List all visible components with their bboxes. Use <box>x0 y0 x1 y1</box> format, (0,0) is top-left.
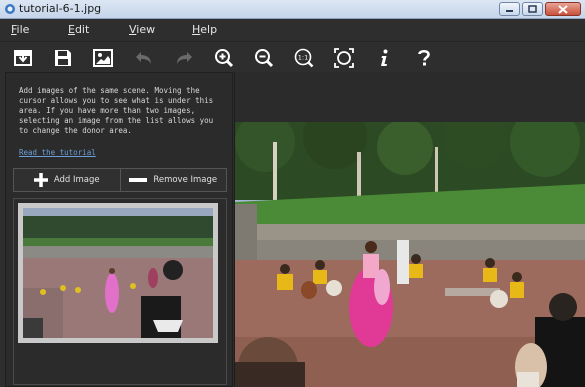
zoom-out-icon <box>255 49 274 68</box>
maximize-icon <box>528 5 537 13</box>
window-controls <box>499 2 581 16</box>
image-actions: Add Image Remove Image <box>13 168 227 192</box>
app-window: tutorial-6-1.jpg File Edit View Help 1:1… <box>0 0 585 387</box>
undo-button[interactable] <box>133 47 155 69</box>
menu-bar: File Edit View Help <box>0 19 585 41</box>
minimize-icon <box>506 10 513 12</box>
side-panel: Add images of the same scene. Moving the… <box>5 72 233 387</box>
menu-help[interactable]: Help <box>192 23 217 36</box>
app-icon <box>5 4 15 14</box>
maximize-button[interactable] <box>522 2 543 16</box>
toolbar: 1:1 <box>0 41 585 73</box>
fit-icon <box>334 48 354 68</box>
title-bar: tutorial-6-1.jpg <box>0 0 585 19</box>
remove-image-button[interactable]: Remove Image <box>119 169 227 191</box>
minimize-button[interactable] <box>499 2 520 16</box>
main-photo <box>235 122 585 387</box>
help-text: Add images of the same scene. Moving the… <box>19 86 214 135</box>
redo-icon <box>177 52 192 64</box>
undo-icon <box>136 52 151 64</box>
actual-size-icon: 1:1 <box>294 48 314 68</box>
info-icon <box>381 49 388 66</box>
zoom-in-button[interactable] <box>213 47 235 69</box>
menu-view[interactable]: View <box>129 23 155 36</box>
info-button[interactable] <box>373 47 395 69</box>
svg-text:1:1: 1:1 <box>298 54 308 62</box>
minus-icon <box>129 178 148 182</box>
open-button[interactable] <box>12 47 34 69</box>
image-button[interactable] <box>92 47 114 69</box>
close-icon <box>558 4 568 14</box>
help-icon <box>418 49 430 66</box>
window-title: tutorial-6-1.jpg <box>19 2 102 15</box>
main-canvas[interactable] <box>234 72 585 387</box>
image-thumbnail[interactable] <box>18 203 218 343</box>
help-button[interactable] <box>413 47 435 69</box>
plus-icon <box>33 173 48 187</box>
save-icon <box>55 50 71 66</box>
thumbnail-photo <box>23 208 213 338</box>
open-icon <box>14 50 32 66</box>
fit-button[interactable] <box>333 47 355 69</box>
menu-file[interactable]: File <box>11 23 29 36</box>
add-image-label: Add Image <box>53 175 100 185</box>
actual-size-button[interactable]: 1:1 <box>293 47 315 69</box>
tutorial-link[interactable]: Read the tutorial <box>19 148 96 157</box>
save-button[interactable] <box>52 47 74 69</box>
image-icon <box>93 49 113 67</box>
zoom-out-button[interactable] <box>253 47 275 69</box>
add-image-button[interactable]: Add Image <box>14 169 120 191</box>
menu-edit[interactable]: Edit <box>68 23 89 36</box>
zoom-in-icon <box>215 49 234 68</box>
close-button[interactable] <box>545 2 581 16</box>
redo-button[interactable] <box>173 47 195 69</box>
image-list[interactable] <box>13 198 227 385</box>
remove-image-label: Remove Image <box>153 175 218 185</box>
